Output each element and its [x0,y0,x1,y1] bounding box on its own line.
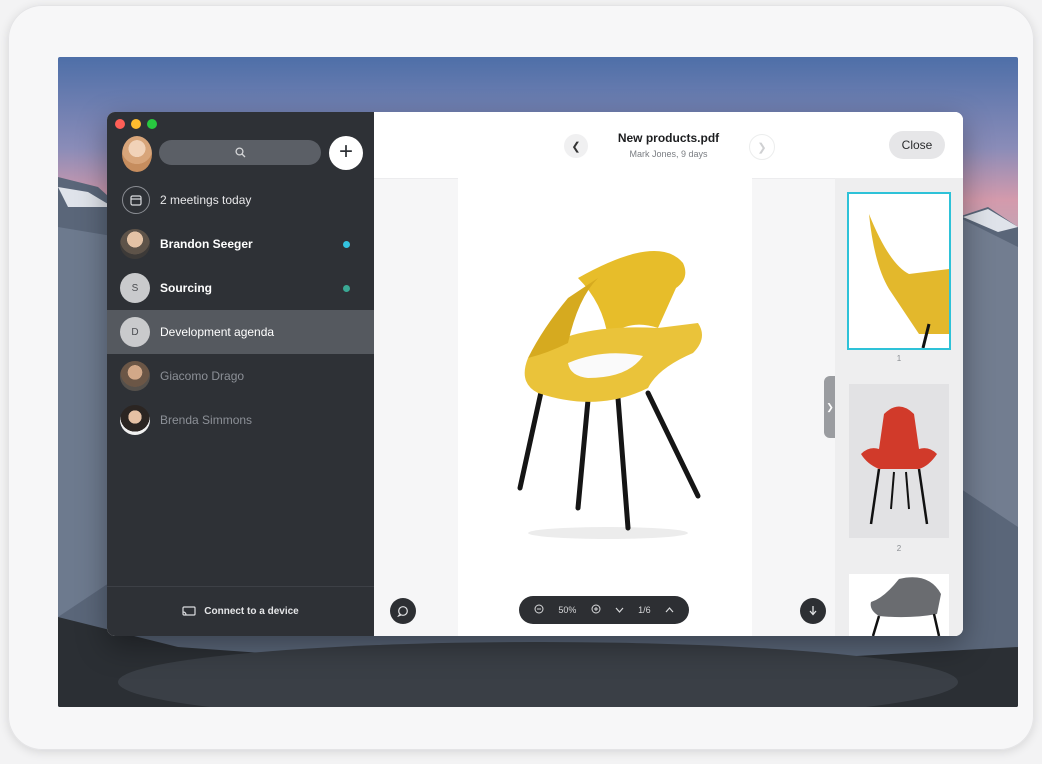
file-title: New products.pdf [617,131,720,145]
red-chair-thumbnail [861,406,937,525]
plus-circle-icon [591,604,601,614]
close-button[interactable]: Close [889,131,945,159]
thumbnail-number: 1 [896,354,902,363]
document-viewer: ❮ New products.pdf Mark Jones, 9 days ❯ … [374,112,963,636]
sidebar-item-meetings[interactable]: 2 meetings today [107,178,374,222]
previous-page-button[interactable] [665,605,674,615]
download-icon [809,606,817,616]
thumbnail-number: 2 [896,544,902,553]
unread-indicator [343,240,350,248]
page-indicator: 1/6 [638,605,651,615]
sidebar-item-label: Development agenda [160,325,275,339]
maximize-window-button[interactable] [147,119,157,129]
next-file-button[interactable]: ❯ [749,134,775,160]
sidebar-item-label: Brenda Simmons [160,413,253,427]
chat-bubble-icon [397,606,408,617]
download-button[interactable] [800,598,826,624]
cast-icon [182,606,196,616]
window-controls [115,119,157,129]
avatar [120,361,150,391]
sidebar-item-giacomo-drago[interactable]: Giacomo Drago [107,354,374,398]
search-icon [234,147,245,158]
sidebar: + 2 meetings today Brandon Seeger S Sour… [107,112,374,636]
calendar-icon [122,186,150,214]
connect-device-button[interactable]: Connect to a device [107,586,374,636]
search-input[interactable] [159,140,321,165]
sidebar-item-sourcing[interactable]: S Sourcing [107,266,374,310]
sidebar-item-brandon-seeger[interactable]: Brandon Seeger [107,222,374,266]
thumbnail-panel: 1 2 [835,178,963,636]
avatar [120,229,150,259]
zoom-in-button[interactable] [591,604,601,616]
avatar [120,405,150,435]
sidebar-item-label: Sourcing [160,281,213,295]
yellow-chair-thumbnail [869,214,949,348]
close-window-button[interactable] [115,119,125,129]
zoom-out-button[interactable] [534,604,544,616]
connect-device-label: Connect to a device [204,606,299,617]
unread-indicator [343,284,350,292]
viewer-header: ❮ New products.pdf Mark Jones, 9 days ❯ … [374,112,963,179]
avatar: S [120,273,150,303]
avatar[interactable] [122,136,152,172]
zoom-level: 50% [558,605,577,615]
sidebar-item-label: Brandon Seeger [160,237,253,251]
minus-circle-icon [534,604,544,614]
sidebar-item-label: Giacomo Drago [160,369,245,383]
sidebar-item-label: 2 meetings today [160,193,252,207]
next-page-button[interactable] [615,605,624,615]
avatar: D [120,317,150,347]
sidebar-item-brenda-simmons[interactable]: Brenda Simmons [107,398,374,442]
new-conversation-button[interactable]: + [329,136,363,170]
gray-chair-thumbnail [870,577,941,636]
chevron-right-icon: ❯ [757,141,767,154]
minimize-window-button[interactable] [131,119,141,129]
comment-button[interactable] [390,598,416,624]
chevron-down-icon [615,607,624,613]
yellow-chair-image [517,251,702,539]
zoom-page-controls: 50% 1/6 [519,596,689,624]
file-meta: Mark Jones, 9 days [629,149,708,159]
chevron-up-icon [665,607,674,613]
document-page [458,178,752,636]
thumbnail-page-1[interactable] [849,194,949,348]
sidebar-item-development-agenda[interactable]: D Development agenda [107,310,374,354]
thumbnail-page-2[interactable] [849,384,949,538]
app-window: + 2 meetings today Brandon Seeger S Sour… [107,112,963,636]
thumbnail-page-3[interactable] [849,574,949,636]
chevron-right-icon: ❯ [826,401,834,412]
